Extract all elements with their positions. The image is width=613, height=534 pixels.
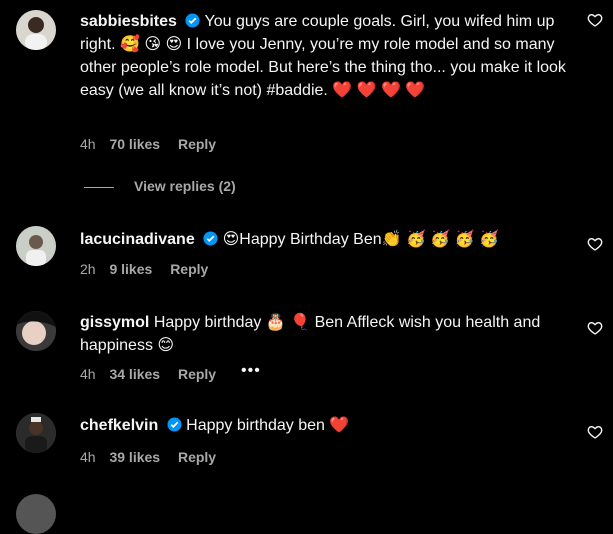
avatar[interactable] bbox=[16, 311, 56, 351]
verified-badge-icon bbox=[185, 13, 200, 28]
comment-age: 2h bbox=[80, 261, 96, 277]
reply-button[interactable]: Reply bbox=[170, 261, 208, 277]
verified-badge-icon bbox=[203, 231, 218, 246]
reply-button[interactable]: Reply bbox=[178, 366, 216, 382]
comment-username[interactable]: sabbiesbites bbox=[80, 13, 177, 30]
more-options-button[interactable]: ••• bbox=[241, 362, 261, 380]
like-heart-icon[interactable] bbox=[587, 236, 603, 252]
comment-text: 😍Happy Birthday Ben👏 🥳 🥳 🥳 🥳 bbox=[222, 231, 499, 248]
likes-count[interactable]: 39 likes bbox=[109, 449, 160, 465]
verified-badge-icon bbox=[167, 417, 182, 432]
reply-button[interactable]: Reply bbox=[178, 449, 216, 465]
view-replies-button[interactable]: View replies (2) bbox=[84, 178, 236, 194]
comment-username[interactable]: gissymol bbox=[80, 314, 149, 331]
avatar[interactable] bbox=[16, 10, 56, 50]
comment-age: 4h bbox=[80, 449, 96, 465]
comment-text: Happy birthday 🎂 🎈 Ben Affleck wish you … bbox=[80, 314, 541, 354]
likes-count[interactable]: 70 likes bbox=[109, 136, 160, 152]
like-heart-icon[interactable] bbox=[587, 424, 603, 440]
likes-count[interactable]: 9 likes bbox=[109, 261, 152, 277]
reply-button[interactable]: Reply bbox=[178, 136, 216, 152]
comment-age: 4h bbox=[80, 136, 96, 152]
comment-text: Happy birthday ben ❤️ bbox=[186, 417, 350, 434]
like-heart-icon[interactable] bbox=[587, 12, 603, 28]
comment-username[interactable]: lacucinadivane bbox=[80, 231, 195, 248]
like-heart-icon[interactable] bbox=[587, 320, 603, 336]
avatar[interactable] bbox=[16, 494, 56, 534]
likes-count[interactable]: 34 likes bbox=[109, 366, 160, 382]
divider-line bbox=[84, 186, 114, 188]
comment-age: 4h bbox=[80, 366, 96, 382]
avatar[interactable] bbox=[16, 413, 56, 453]
view-replies-label: View replies (2) bbox=[134, 178, 236, 194]
avatar[interactable] bbox=[16, 226, 56, 266]
comment-username[interactable]: chefkelvin bbox=[80, 417, 158, 434]
